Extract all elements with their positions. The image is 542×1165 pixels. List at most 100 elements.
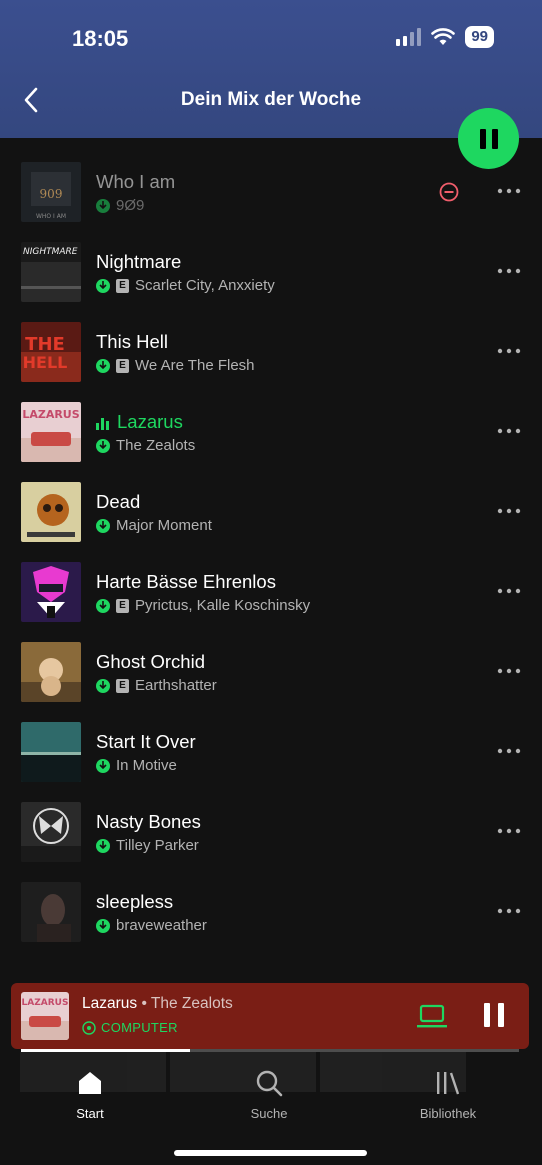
album-cover (21, 642, 81, 702)
track-row[interactable]: Harte Bässe Ehrenlos E Pyrictus, Kalle K… (0, 538, 542, 622)
more-options-icon[interactable] (497, 508, 521, 514)
track-artist: In Motive (116, 757, 177, 774)
page-title: Dein Mix der Woche (180, 89, 362, 110)
album-cover: THE HELL (21, 322, 81, 382)
nav-search[interactable]: Suche (219, 1068, 319, 1121)
connected-device: COMPUTER (101, 1020, 178, 1035)
svg-text:LAZARUS: LAZARUS (22, 998, 69, 1008)
album-cover: 909 WHO I AM (21, 162, 81, 222)
explicit-badge: E (116, 358, 129, 373)
explicit-badge: E (116, 598, 129, 613)
track-artist: Pyrictus, Kalle Koschinsky (135, 597, 311, 614)
downloaded-icon (96, 678, 110, 693)
track-title: sleepless (96, 891, 174, 912)
svg-text:NIGHTMARE: NIGHTMARE (23, 247, 78, 257)
track-row-playing[interactable]: LAZARUS Lazarus The Zealots (0, 378, 542, 462)
track-row[interactable]: Dead Major Moment (0, 458, 542, 542)
svg-text:LAZARUS: LAZARUS (22, 408, 79, 421)
more-options-icon[interactable] (497, 188, 521, 194)
track-title: This Hell (96, 331, 168, 352)
wifi-icon (431, 28, 456, 45)
battery-icon: 99 (465, 26, 494, 48)
more-options-icon[interactable] (497, 828, 521, 834)
status-time: 18:05 (72, 26, 129, 51)
status-icons: 99 (396, 26, 494, 48)
mini-player-pause-button[interactable] (484, 1003, 504, 1027)
svg-text:HELL: HELL (23, 353, 68, 372)
album-cover (21, 482, 81, 542)
track-artist: Major Moment (116, 517, 212, 534)
track-artist: 9Ø9 (116, 197, 145, 214)
track-artist: braveweather (116, 917, 207, 934)
track-title: Ghost Orchid (96, 651, 205, 672)
album-cover (21, 562, 81, 622)
explicit-badge: E (116, 278, 129, 293)
now-playing-artist: The Zealots (150, 995, 233, 1012)
downloaded-icon (96, 758, 110, 773)
album-cover (21, 802, 81, 862)
nav-home[interactable]: Start (40, 1068, 140, 1121)
downloaded-icon (96, 198, 110, 213)
album-cover: NIGHTMARE (21, 242, 81, 302)
device-picker-icon[interactable] (417, 1003, 447, 1029)
downloaded-icon (96, 598, 110, 613)
track-row[interactable]: sleepless braveweather (0, 858, 542, 942)
track-artist: Tilley Parker (116, 837, 199, 854)
downloaded-icon (96, 518, 110, 533)
track-artist: We Are The Flesh (135, 357, 255, 374)
track-title: Start It Over (96, 731, 196, 752)
now-playing-equalizer-icon (96, 417, 109, 430)
track-title: Dead (96, 491, 141, 512)
track-row[interactable]: Ghost Orchid E Earthshatter (0, 618, 542, 702)
search-icon (256, 1070, 283, 1097)
remove-circle-icon[interactable] (439, 182, 459, 202)
downloaded-icon (96, 278, 110, 293)
track-artist: Scarlet City, Anxxiety (135, 277, 275, 294)
track-artist: Earthshatter (135, 677, 217, 694)
home-icon (79, 1072, 101, 1094)
home-indicator[interactable] (174, 1150, 367, 1156)
more-options-icon[interactable] (497, 908, 521, 914)
more-options-icon[interactable] (497, 588, 521, 594)
track-artist: The Zealots (116, 437, 196, 454)
downloaded-icon (96, 438, 110, 453)
nav-library-label: Bibliothek (419, 1106, 477, 1121)
nav-search-label: Suche (250, 1106, 288, 1121)
track-row[interactable]: NIGHTMARE Nightmare E Scarlet City, Anxx… (0, 218, 542, 302)
nav-home-label: Start (76, 1106, 104, 1121)
track-title: Lazarus (117, 411, 183, 432)
track-row[interactable]: Start It Over In Motive (0, 698, 542, 782)
nav-library[interactable]: Bibliothek (398, 1068, 498, 1121)
more-options-icon[interactable] (497, 428, 521, 434)
album-cover: LAZARUS (21, 402, 81, 462)
track-row[interactable]: THE HELL This Hell E We Are The Flesh (0, 298, 542, 382)
svg-text:909: 909 (40, 187, 63, 201)
more-options-icon[interactable] (497, 268, 521, 274)
track-title: Nasty Bones (96, 811, 201, 832)
now-playing-separator: • (137, 995, 151, 1012)
album-cover (21, 882, 81, 942)
library-icon (437, 1072, 460, 1095)
track-row[interactable]: Nasty Bones Tilley Parker (0, 778, 542, 862)
more-options-icon[interactable] (497, 348, 521, 354)
track-title: Harte Bässe Ehrenlos (96, 571, 276, 592)
downloaded-icon (96, 918, 110, 933)
svg-text:THE: THE (25, 334, 65, 355)
track-title: Nightmare (96, 251, 182, 272)
downloaded-icon (96, 358, 110, 373)
play-pause-button[interactable] (458, 108, 519, 169)
now-playing-title: Lazarus (82, 995, 138, 1012)
more-options-icon[interactable] (497, 748, 521, 754)
cellular-signal-icon (396, 28, 422, 46)
album-cover (21, 722, 81, 782)
more-options-icon[interactable] (497, 668, 521, 674)
downloaded-icon (96, 838, 110, 853)
nav-bar: Dein Mix der Woche (0, 86, 542, 116)
mini-player[interactable]: LAZARUS Lazarus • The Zealots COMPUTER (11, 983, 529, 1049)
playback-progress-bar[interactable] (21, 1049, 519, 1052)
bottom-nav: Start Suche Bibliothek (0, 1052, 542, 1165)
progress-fill (21, 1049, 191, 1052)
now-playing-cover: LAZARUS (21, 992, 69, 1040)
track-list: 909 WHO I AM Who I am 9Ø9 NIGHTMARE Night… (0, 138, 542, 942)
pause-icon (479, 128, 486, 149)
